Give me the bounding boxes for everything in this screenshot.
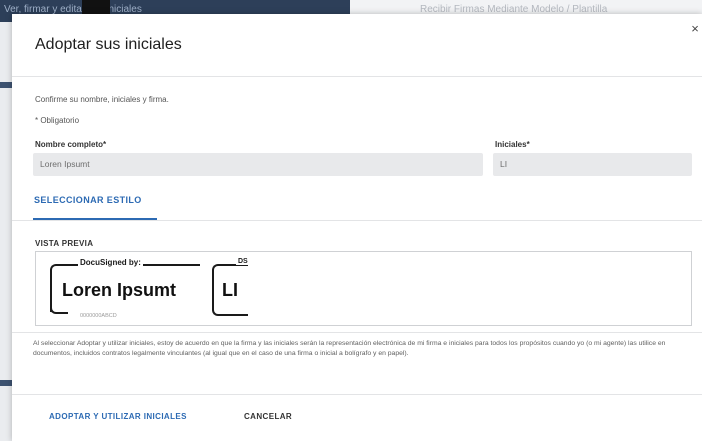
content-divider [12,332,702,333]
full-name-field[interactable]: Loren Ipsumt [33,153,483,176]
signature-id: 0000000ABCD [80,313,117,319]
initials-field[interactable]: LI [493,153,692,176]
footer-divider [12,394,702,395]
required-note: * Obligatorio [35,116,80,125]
preview-label: VISTA PREVIA [35,239,94,248]
legal-disclaimer: Al seleccionar Adoptar y utilizar inicia… [33,340,666,357]
adopt-initials-dialog: Adoptar sus iniciales × Confirme su nomb… [12,14,702,441]
tab-select-style[interactable]: SELECCIONAR ESTILO [34,195,142,219]
cancel-button[interactable]: CANCELAR [244,412,292,421]
initials-stamp-text: LI [222,280,238,300]
adopt-and-use-initials-button[interactable]: ADOPTAR Y UTILIZAR INICIALES [49,412,187,421]
full-name-label: Nombre completo* [35,140,107,149]
preview-box: DocuSigned by: Loren Ipsumt 0000000ABCD … [35,251,692,326]
signature-name: Loren Ipsumt [62,280,177,300]
close-icon[interactable]: × [688,22,702,36]
initials-stamp-header: DS [236,258,250,265]
intro-text: Confirme su nombre, iniciales y firma. [35,95,169,104]
initials-label: Iniciales* [495,140,530,149]
tab-divider [12,220,702,221]
dialog-header: Adoptar sus iniciales × [12,14,702,77]
signature-header: DocuSigned by: [78,258,143,267]
background-strip-bar [0,82,12,88]
dialog-title: Adoptar sus iniciales [35,36,182,53]
background-strip-bar [0,380,12,386]
background-left-strip [0,22,12,441]
